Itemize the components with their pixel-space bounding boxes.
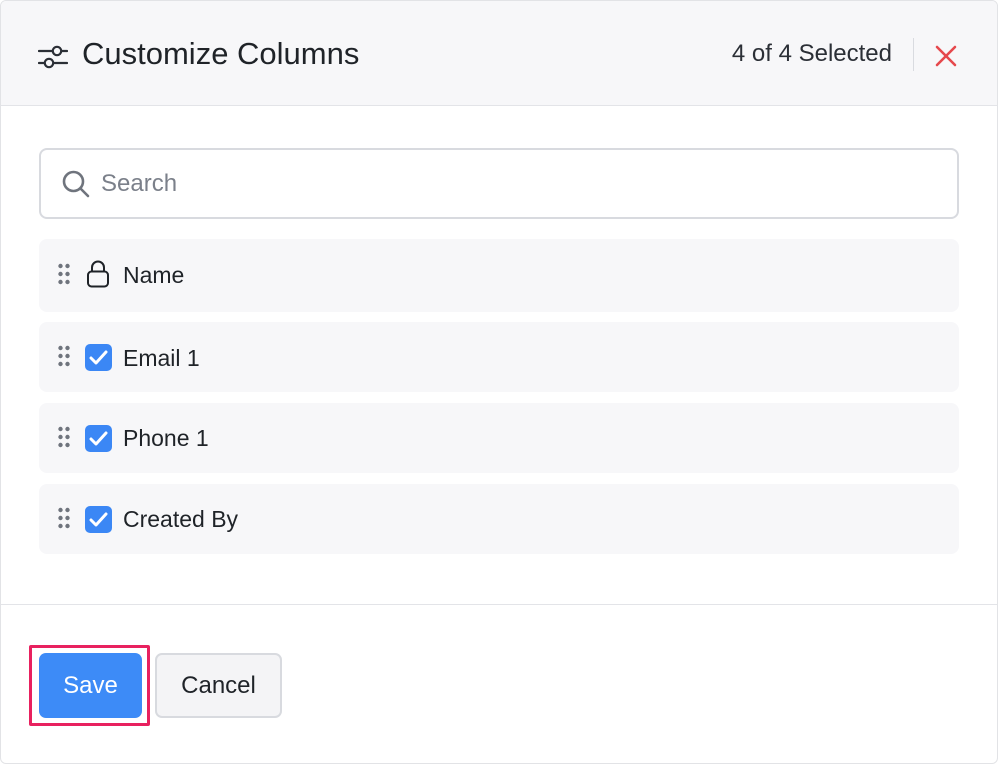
drag-handle-icon[interactable] [57,263,71,285]
close-button[interactable] [931,41,961,71]
header-divider [913,38,914,71]
customize-columns-dialog: Customize Columns 4 of 4 Selected Name [0,0,998,764]
drag-handle-icon[interactable] [57,426,71,448]
lock-icon [87,260,109,288]
column-row-email-1[interactable]: Email 1 [39,322,959,392]
dialog-header: Customize Columns 4 of 4 Selected [1,1,997,106]
checkmark-icon [89,512,108,527]
column-label: Email 1 [123,345,200,371]
column-label: Phone 1 [123,425,209,451]
checkmark-icon [89,350,108,365]
selected-count: 4 of 4 Selected [731,40,892,67]
search-icon [62,170,90,198]
column-label: Name [123,262,185,288]
drag-handle-icon[interactable] [57,507,71,529]
column-label: Created By [123,506,239,532]
search-input[interactable] [101,160,941,208]
column-checkbox[interactable] [85,425,112,452]
footer-divider [1,604,997,605]
column-row-name[interactable]: Name [39,239,959,312]
search-box [39,148,959,219]
dialog-title: Customize Columns [82,36,360,71]
column-row-created-by[interactable]: Created By [39,484,959,554]
cancel-button[interactable]: Cancel [155,653,282,718]
column-row-phone-1[interactable]: Phone 1 [39,403,959,473]
checkmark-icon [89,431,108,446]
column-checkbox[interactable] [85,344,112,371]
sliders-icon [38,45,68,69]
close-icon [935,45,957,67]
column-checkbox[interactable] [85,506,112,533]
save-button[interactable]: Save [39,653,142,718]
drag-handle-icon[interactable] [57,345,71,367]
